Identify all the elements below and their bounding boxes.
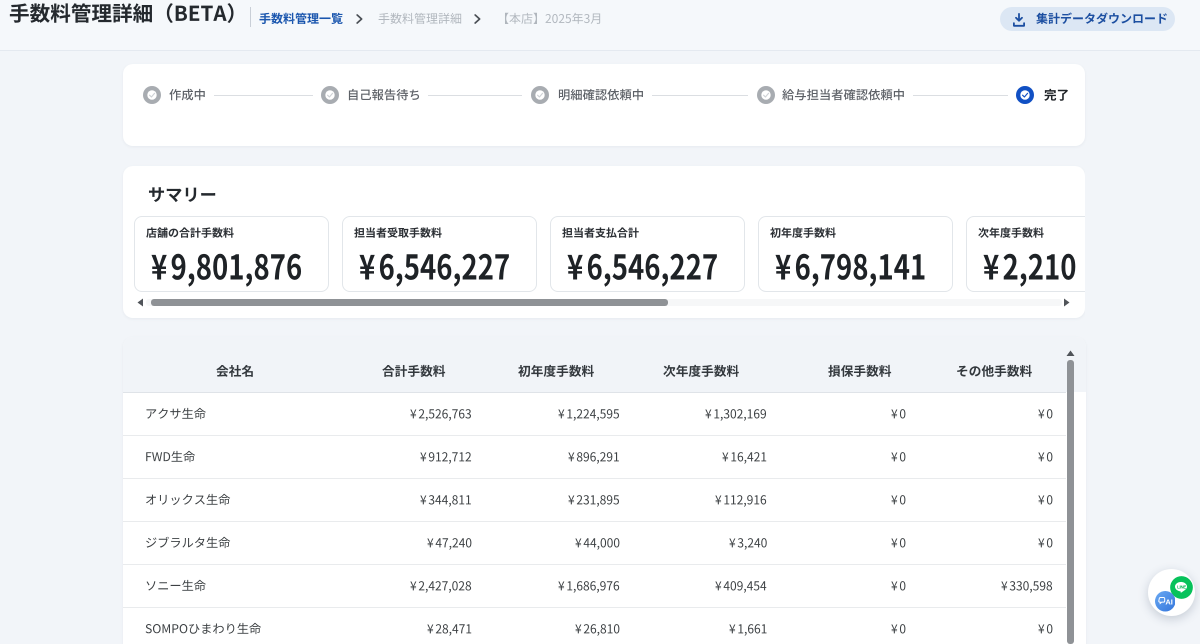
svg-text:AI: AI [1165, 598, 1173, 607]
svg-text:LINE: LINE [1177, 584, 1186, 589]
